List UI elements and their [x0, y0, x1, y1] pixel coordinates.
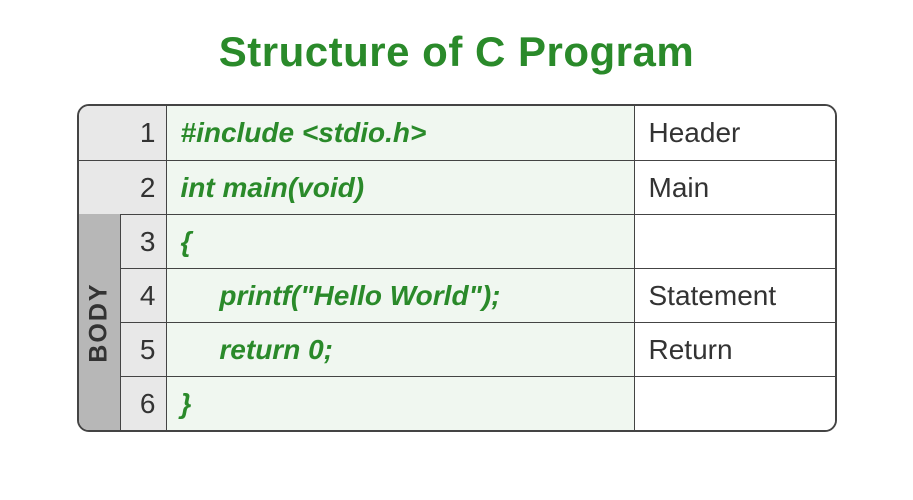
table-row: 1 #include <stdio.h> Header — [79, 106, 835, 160]
line-number: 3 — [121, 215, 167, 268]
page-title: Structure of C Program — [219, 28, 694, 76]
body-section: BODY 3 { 4 printf("Hello World"); Statem… — [79, 214, 835, 430]
line-number: 4 — [121, 269, 167, 322]
body-label-text: BODY — [85, 282, 114, 362]
table-row: 5 return 0; Return — [79, 322, 835, 376]
body-label: BODY — [79, 214, 121, 430]
program-table: 1 #include <stdio.h> Header 2 int main(v… — [77, 104, 837, 432]
table-row: 6 } — [79, 376, 835, 430]
section-label: Statement — [635, 269, 835, 322]
line-number: 2 — [79, 161, 167, 214]
line-number: 5 — [121, 323, 167, 376]
code-cell: return 0; — [167, 323, 635, 376]
code-cell: { — [167, 215, 635, 268]
code-cell: printf("Hello World"); — [167, 269, 635, 322]
line-number: 6 — [121, 377, 167, 430]
section-label: Return — [635, 323, 835, 376]
table-row: 2 int main(void) Main — [79, 160, 835, 214]
code-cell: int main(void) — [167, 161, 635, 214]
table-row: 3 { — [79, 214, 835, 268]
section-label: Main — [635, 161, 835, 214]
code-cell: #include <stdio.h> — [167, 106, 635, 160]
code-cell: } — [167, 377, 635, 430]
line-number: 1 — [79, 106, 167, 160]
table-row: 4 printf("Hello World"); Statement — [79, 268, 835, 322]
section-label: Header — [635, 106, 835, 160]
section-label — [635, 215, 835, 268]
section-label — [635, 377, 835, 430]
